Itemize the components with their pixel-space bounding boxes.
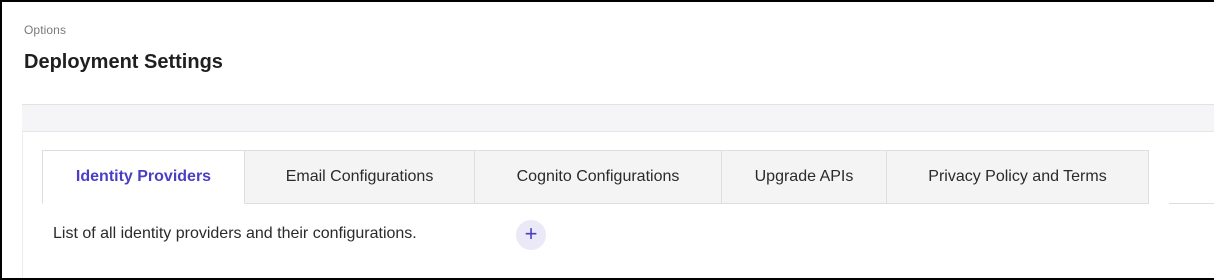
tab-bar: Identity Providers Email Configurations …	[42, 150, 1149, 204]
add-identity-provider-button[interactable]: +	[516, 220, 546, 250]
tab-email-configurations[interactable]: Email Configurations	[245, 150, 475, 204]
tab-privacy-policy-and-terms[interactable]: Privacy Policy and Terms	[887, 150, 1149, 204]
identity-providers-description: List of all identity providers and their…	[53, 225, 417, 242]
content-gutter	[22, 105, 1214, 131]
tab-upgrade-apis[interactable]: Upgrade APIs	[722, 150, 887, 204]
settings-card: Identity Providers Email Configurations …	[22, 131, 1214, 278]
page-frame: Options Deployment Settings Identity Pro…	[0, 0, 1214, 280]
plus-icon: +	[524, 221, 538, 246]
page-header: Options Deployment Settings	[4, 4, 1214, 104]
tab-identity-providers[interactable]: Identity Providers	[42, 150, 245, 204]
tab-bar-divider	[1169, 203, 1214, 204]
tab-cognito-configurations[interactable]: Cognito Configurations	[475, 150, 722, 204]
breadcrumb: Options	[24, 23, 67, 37]
page-title: Deployment Settings	[24, 51, 223, 73]
